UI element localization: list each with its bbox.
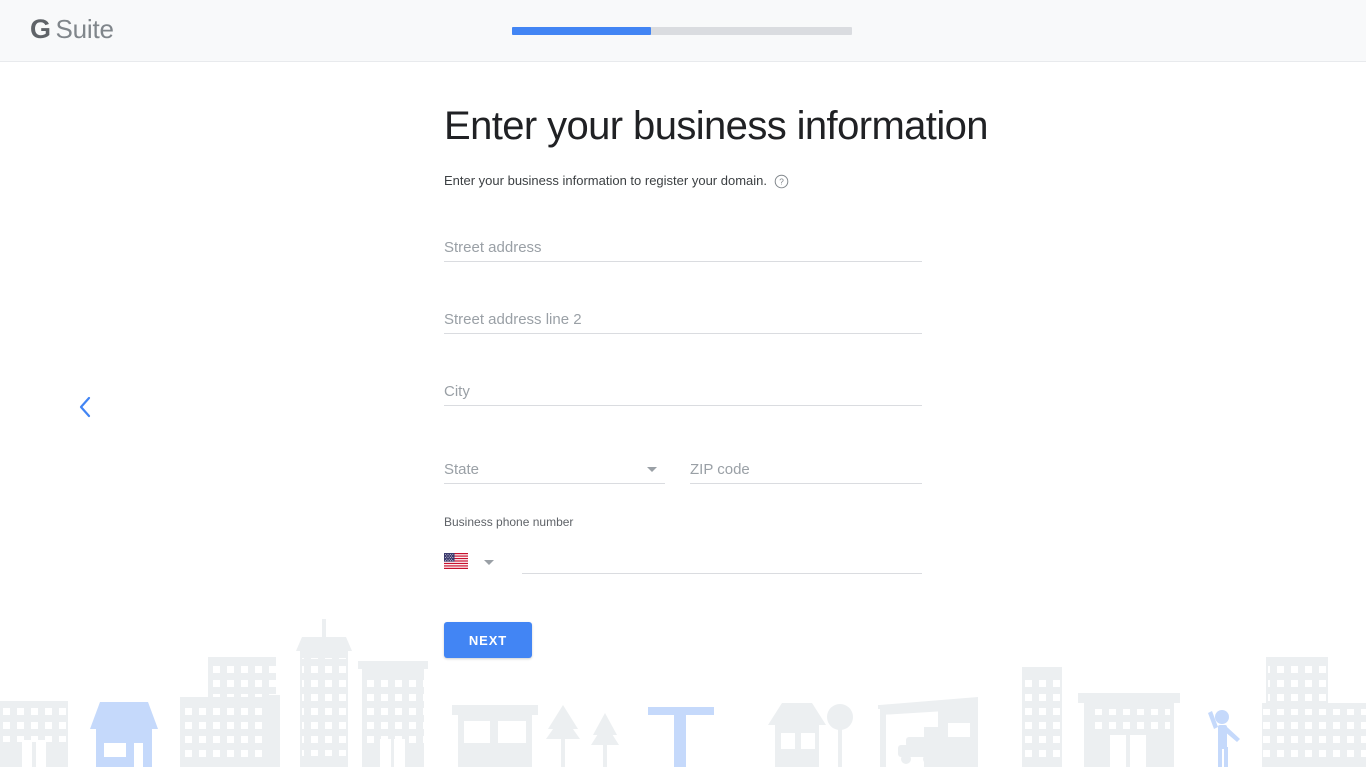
chevron-down-icon[interactable] [647,467,657,472]
street-address-field[interactable]: Street address [444,230,922,262]
city-placeholder: City [444,383,470,400]
street-address-line2-placeholder: Street address line 2 [444,311,582,328]
app-header: G Suite [0,0,1366,62]
state-select[interactable]: State [444,452,665,484]
us-flag-icon[interactable] [444,553,468,569]
state-placeholder: State [444,461,480,478]
next-button[interactable]: NEXT [444,622,532,658]
gsuite-logo[interactable]: G Suite [30,16,114,43]
help-circle-icon[interactable]: ? [774,174,789,189]
business-phone-section: Business phone number [444,514,922,574]
person-figure [1208,710,1240,767]
page-title: Enter your business information [444,104,989,148]
setup-progress-fill [512,27,652,35]
city-field[interactable]: City [444,374,922,406]
business-phone-input[interactable] [522,548,922,574]
chevron-left-icon [79,396,91,418]
page-subtitle: Enter your business information to regis… [444,173,767,188]
setup-progress-bar [512,27,852,35]
svg-text:?: ? [779,177,784,186]
back-button[interactable] [70,392,100,422]
zip-code-placeholder: ZIP code [690,461,750,478]
business-info-form: Enter your business information Enter yo… [444,62,989,658]
business-phone-row [444,544,922,574]
zip-code-field[interactable]: ZIP code [690,452,922,484]
business-phone-label: Business phone number [444,515,574,529]
page-subtitle-row: Enter your business information to regis… [444,172,922,190]
logo-g-mark: G [30,14,51,44]
state-zip-row: State ZIP code [444,452,922,484]
street-address-line2-field[interactable]: Street address line 2 [444,302,922,334]
street-address-placeholder: Street address [444,239,542,256]
logo-wordmark: Suite [55,14,114,44]
country-chevron-down-icon[interactable] [484,560,494,565]
